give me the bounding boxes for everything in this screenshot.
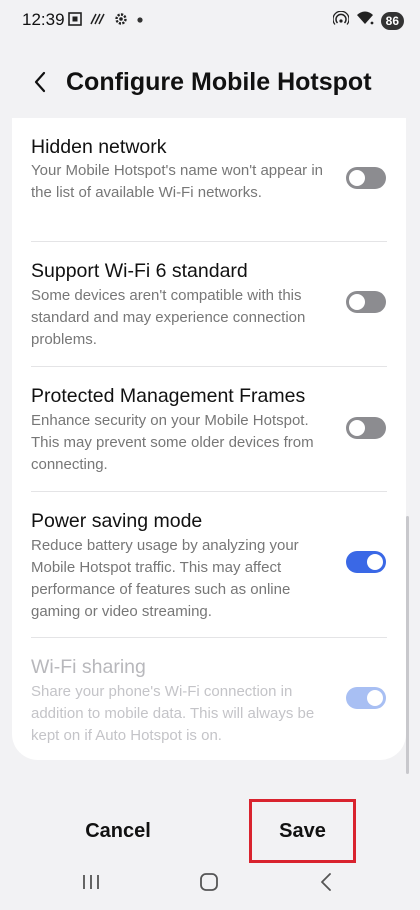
- toggle-power-saving[interactable]: [346, 551, 386, 573]
- setting-description: Enhance security on your Mobile Hotspot.…: [31, 412, 314, 473]
- save-button[interactable]: Save: [249, 799, 356, 863]
- setting-row-wifi6[interactable]: Support Wi-Fi 6 standard Some devices ar…: [12, 242, 406, 366]
- bottom-action-bar: Cancel Save: [0, 790, 420, 870]
- home-icon: [199, 872, 219, 897]
- scrollbar[interactable]: [406, 516, 409, 774]
- toggle-knob: [349, 170, 365, 186]
- hotspot-icon: [332, 10, 350, 30]
- status-bar: 12:39 86: [0, 0, 420, 40]
- notification-dot-icon: [136, 12, 144, 31]
- home-button[interactable]: [189, 866, 229, 902]
- toggle-knob: [349, 420, 365, 436]
- setting-description: Some devices aren't compatible with this…: [31, 287, 306, 348]
- settings-gear-icon: [114, 12, 128, 31]
- toggle-knob: [367, 554, 383, 570]
- battery-icon: 86: [380, 11, 404, 30]
- cancel-button[interactable]: Cancel: [48, 808, 188, 854]
- chevron-left-icon: [33, 71, 47, 98]
- setting-row-wifi-sharing: Wi-Fi sharing Share your phone's Wi-Fi c…: [12, 638, 406, 760]
- setting-row-hidden-network[interactable]: Hidden network Your Mobile Hotspot's nam…: [12, 118, 406, 242]
- toggle-hidden-network[interactable]: [346, 167, 386, 189]
- page-title: Configure Mobile Hotspot: [66, 68, 372, 96]
- recent-apps-icon: [81, 873, 101, 896]
- setting-title: Hidden network: [31, 136, 167, 158]
- screenshot-icon: [68, 12, 82, 31]
- toggle-wifi-sharing: [346, 687, 386, 709]
- setting-description: Share your phone's Wi-Fi connection in a…: [31, 683, 315, 744]
- settings-card: Hidden network Your Mobile Hotspot's nam…: [12, 118, 406, 760]
- setting-description: Your Mobile Hotspot's name won't appear …: [31, 162, 324, 201]
- toggle-wifi6[interactable]: [346, 291, 386, 313]
- setting-title: Power saving mode: [31, 510, 203, 532]
- status-left-icons: [68, 12, 144, 31]
- status-time: 12:39: [22, 10, 65, 29]
- recent-apps-button[interactable]: [71, 866, 111, 902]
- header: Configure Mobile Hotspot: [0, 60, 420, 110]
- status-right-icons: 86: [332, 10, 404, 31]
- setting-description: Reduce battery usage by analyzing your M…: [31, 537, 299, 620]
- wifi-icon: [355, 10, 375, 31]
- setting-title: Wi-Fi sharing: [31, 656, 146, 678]
- toggle-knob: [367, 690, 383, 706]
- toggle-pmf[interactable]: [346, 417, 386, 439]
- back-nav-button[interactable]: [306, 866, 346, 902]
- back-button[interactable]: [26, 68, 54, 100]
- setting-title: Protected Management Frames: [31, 385, 306, 407]
- setting-title: Support Wi-Fi 6 standard: [31, 260, 248, 282]
- bandwidth-icon: [90, 12, 106, 31]
- navigation-bar: [0, 866, 420, 902]
- setting-row-power-saving[interactable]: Power saving mode Reduce battery usage b…: [12, 492, 406, 637]
- back-icon: [319, 872, 333, 897]
- setting-row-pmf[interactable]: Protected Management Frames Enhance secu…: [12, 367, 406, 491]
- toggle-knob: [349, 294, 365, 310]
